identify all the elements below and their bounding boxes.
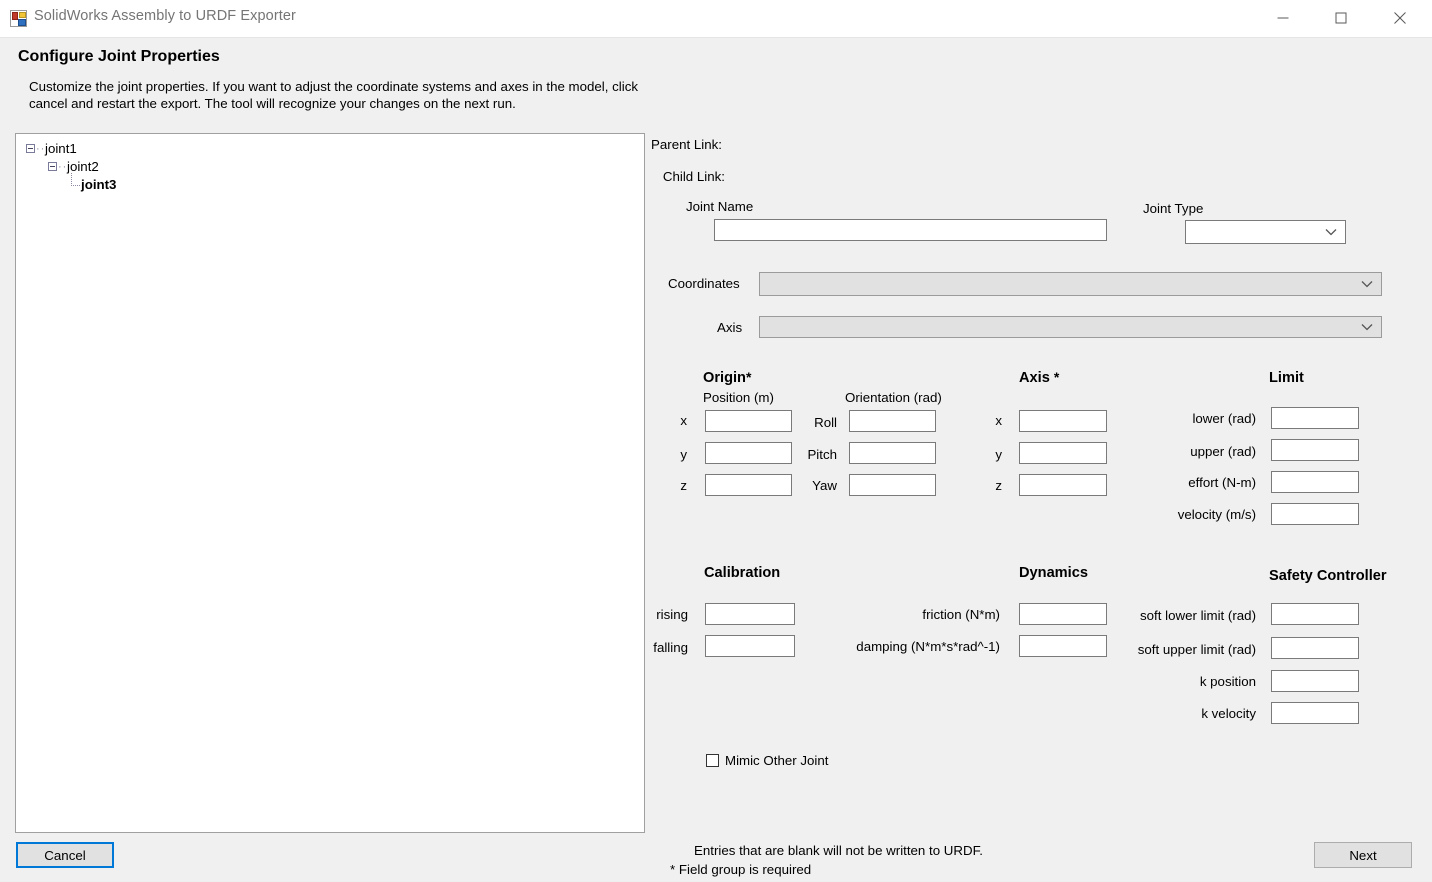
coordinates-label: Coordinates (668, 276, 740, 291)
tree-node-label: joint2 (67, 159, 99, 174)
origin-position-z-label: z (680, 478, 687, 493)
axis-x-label: x (995, 413, 1002, 428)
limit-velocity-input[interactable] (1271, 503, 1359, 525)
safety-k-position-input[interactable] (1271, 670, 1359, 692)
origin-roll-input[interactable] (849, 410, 936, 432)
axis-y-label: y (995, 447, 1002, 462)
origin-yaw-input[interactable] (849, 474, 936, 496)
axis-section-title: Axis * (1019, 369, 1060, 386)
footer-note-line1: Entries that are blank will not be writt… (694, 843, 983, 858)
position-header: Position (m) (703, 390, 774, 405)
chevron-down-icon (1361, 318, 1373, 336)
next-button[interactable]: Next (1314, 842, 1412, 868)
dynamics-damping-label: damping (N*m*s*rad^-1) (856, 639, 1000, 654)
limit-upper-label: upper (rad) (1190, 444, 1256, 459)
tree-connector-line (16, 134, 644, 145)
safety-soft-upper-limit-input[interactable] (1271, 637, 1359, 659)
limit-section-title: Limit (1269, 370, 1304, 386)
tree-node-label: joint3 (81, 177, 117, 192)
footer-note: Entries that are blank will not be writt… (670, 841, 983, 879)
app-icon (10, 10, 27, 27)
calibration-rising-label: rising (656, 607, 688, 622)
safety-k-velocity-input[interactable] (1271, 702, 1359, 724)
axis-dropdown[interactable] (759, 316, 1382, 338)
safety-soft-lower-limit-input[interactable] (1271, 603, 1359, 625)
safety-k-position-label: k position (1199, 674, 1256, 689)
origin-yaw-label: Yaw (812, 478, 837, 493)
title-bar: SolidWorks Assembly to URDF Exporter (0, 0, 1432, 38)
mimic-other-joint-checkbox[interactable] (706, 754, 719, 767)
chevron-down-icon (1325, 223, 1337, 241)
origin-position-y-input[interactable] (705, 442, 792, 464)
origin-section-title: Origin* (703, 369, 752, 386)
application-window: SolidWorks Assembly to URDF Exporter Con… (0, 0, 1432, 882)
axis-x-input[interactable] (1019, 410, 1107, 432)
limit-upper-input[interactable] (1271, 439, 1359, 461)
window-title: SolidWorks Assembly to URDF Exporter (34, 8, 296, 24)
safety-soft-upper-limit-label: soft upper limit (rad) (1137, 642, 1256, 657)
dynamics-section-title: Dynamics (1019, 565, 1088, 581)
tree-elbow-icon (70, 172, 81, 190)
minimize-icon (1277, 17, 1289, 19)
footer-note-line2: * Field group is required (670, 862, 812, 877)
calibration-section-title: Calibration (704, 565, 781, 581)
joint-type-dropdown[interactable] (1185, 220, 1346, 244)
calibration-falling-label: falling (653, 640, 688, 655)
chevron-down-icon (1361, 275, 1373, 293)
tree-node-joint1[interactable]: ··joint1 (26, 140, 77, 158)
tree-dash-icon: ·· (58, 161, 68, 174)
origin-position-x-label: x (680, 413, 687, 428)
safety-soft-lower-limit-label: soft lower limit (rad) (1140, 608, 1256, 623)
calibration-falling-input[interactable] (705, 635, 795, 657)
origin-pitch-label: Pitch (807, 447, 837, 462)
parent-link-label: Parent Link: (651, 137, 722, 152)
axis-select-label: Axis (717, 320, 743, 335)
joint-tree-panel[interactable]: ··joint1 ··joint2 joint3 (15, 133, 645, 833)
joint-type-label: Joint Type (1143, 201, 1204, 216)
required-asterisk: * (1053, 369, 1060, 385)
origin-roll-label: Roll (814, 415, 837, 430)
origin-position-x-input[interactable] (705, 410, 792, 432)
limit-effort-input[interactable] (1271, 471, 1359, 493)
origin-position-z-input[interactable] (705, 474, 792, 496)
axis-y-input[interactable] (1019, 442, 1107, 464)
minimize-button[interactable] (1260, 0, 1306, 36)
dynamics-friction-label: friction (N*m) (922, 607, 1000, 622)
close-button[interactable] (1377, 0, 1423, 36)
mimic-other-joint-label: Mimic Other Joint (725, 753, 829, 768)
page-title: Configure Joint Properties (18, 48, 220, 65)
maximize-icon (1335, 12, 1347, 24)
coordinates-dropdown[interactable] (759, 272, 1382, 296)
safety-controller-section-title: Safety Controller (1269, 568, 1387, 584)
limit-velocity-label: velocity (m/s) (1177, 507, 1256, 522)
maximize-button[interactable] (1318, 0, 1364, 36)
dynamics-damping-input[interactable] (1019, 635, 1107, 657)
orientation-header: Orientation (rad) (845, 390, 942, 405)
joint-name-label: Joint Name (686, 199, 754, 214)
tree-node-joint2[interactable]: ··joint2 (48, 158, 99, 176)
tree-node-joint3[interactable]: joint3 (70, 172, 117, 194)
required-asterisk: * (745, 369, 752, 385)
calibration-rising-input[interactable] (705, 603, 795, 625)
tree-dash-icon: ·· (36, 143, 46, 156)
mimic-other-joint-checkbox-row[interactable]: Mimic Other Joint (706, 752, 828, 769)
joint-name-input[interactable] (714, 219, 1107, 241)
limit-effort-label: effort (N-m) (1188, 475, 1256, 490)
limit-lower-input[interactable] (1271, 407, 1359, 429)
collapse-expander-icon[interactable] (26, 143, 35, 153)
axis-z-label: z (995, 478, 1002, 493)
child-link-label: Child Link: (662, 169, 725, 184)
cancel-button[interactable]: Cancel (16, 842, 114, 868)
tree-node-label: joint1 (45, 141, 77, 156)
origin-position-y-label: y (680, 447, 687, 462)
limit-lower-label: lower (rad) (1192, 411, 1256, 426)
axis-z-input[interactable] (1019, 474, 1107, 496)
collapse-expander-icon[interactable] (48, 161, 57, 171)
dynamics-friction-input[interactable] (1019, 603, 1107, 625)
origin-pitch-input[interactable] (849, 442, 936, 464)
close-icon (1394, 12, 1406, 24)
safety-k-velocity-label: k velocity (1201, 706, 1256, 721)
page-description: Customize the joint properties. If you w… (29, 79, 639, 111)
